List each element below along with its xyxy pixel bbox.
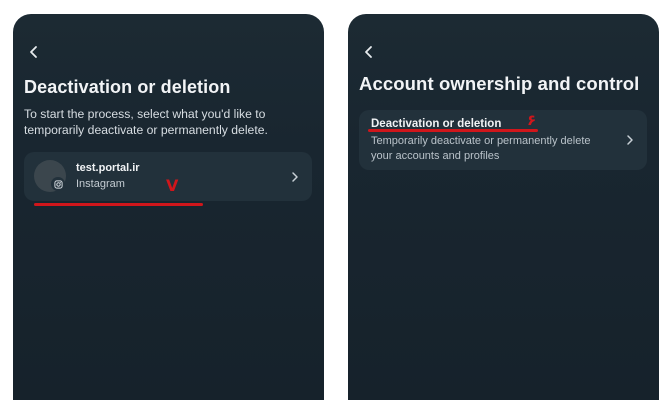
account-name: test.portal.ir [76, 162, 140, 174]
back-button[interactable] [24, 42, 44, 62]
page-description: To start the process, select what you'd … [24, 107, 268, 137]
annotation-mark: V [166, 176, 179, 195]
back-arrow-icon [365, 46, 372, 58]
account-platform: Instagram [76, 178, 125, 190]
back-arrow-icon [30, 46, 37, 58]
annotation-underline [34, 203, 203, 206]
chevron-right-icon [627, 135, 633, 145]
back-button[interactable] [359, 42, 379, 62]
annotation-underline [368, 129, 538, 132]
right-screen: Account ownership and control Deactivati… [348, 14, 659, 400]
instagram-icon [51, 177, 65, 191]
page-title: Account ownership and control [359, 73, 640, 94]
annotation-mark: ۶ [527, 111, 537, 129]
chevron-right-icon [292, 171, 298, 182]
option-description: Temporarily deactivate or permanently de… [371, 135, 591, 162]
left-screen: Deactivation or deletion To start the pr… [13, 14, 324, 400]
page-title: Deactivation or deletion [24, 77, 231, 97]
deactivation-option[interactable]: Deactivation or deletion Temporarily dea… [359, 110, 647, 170]
